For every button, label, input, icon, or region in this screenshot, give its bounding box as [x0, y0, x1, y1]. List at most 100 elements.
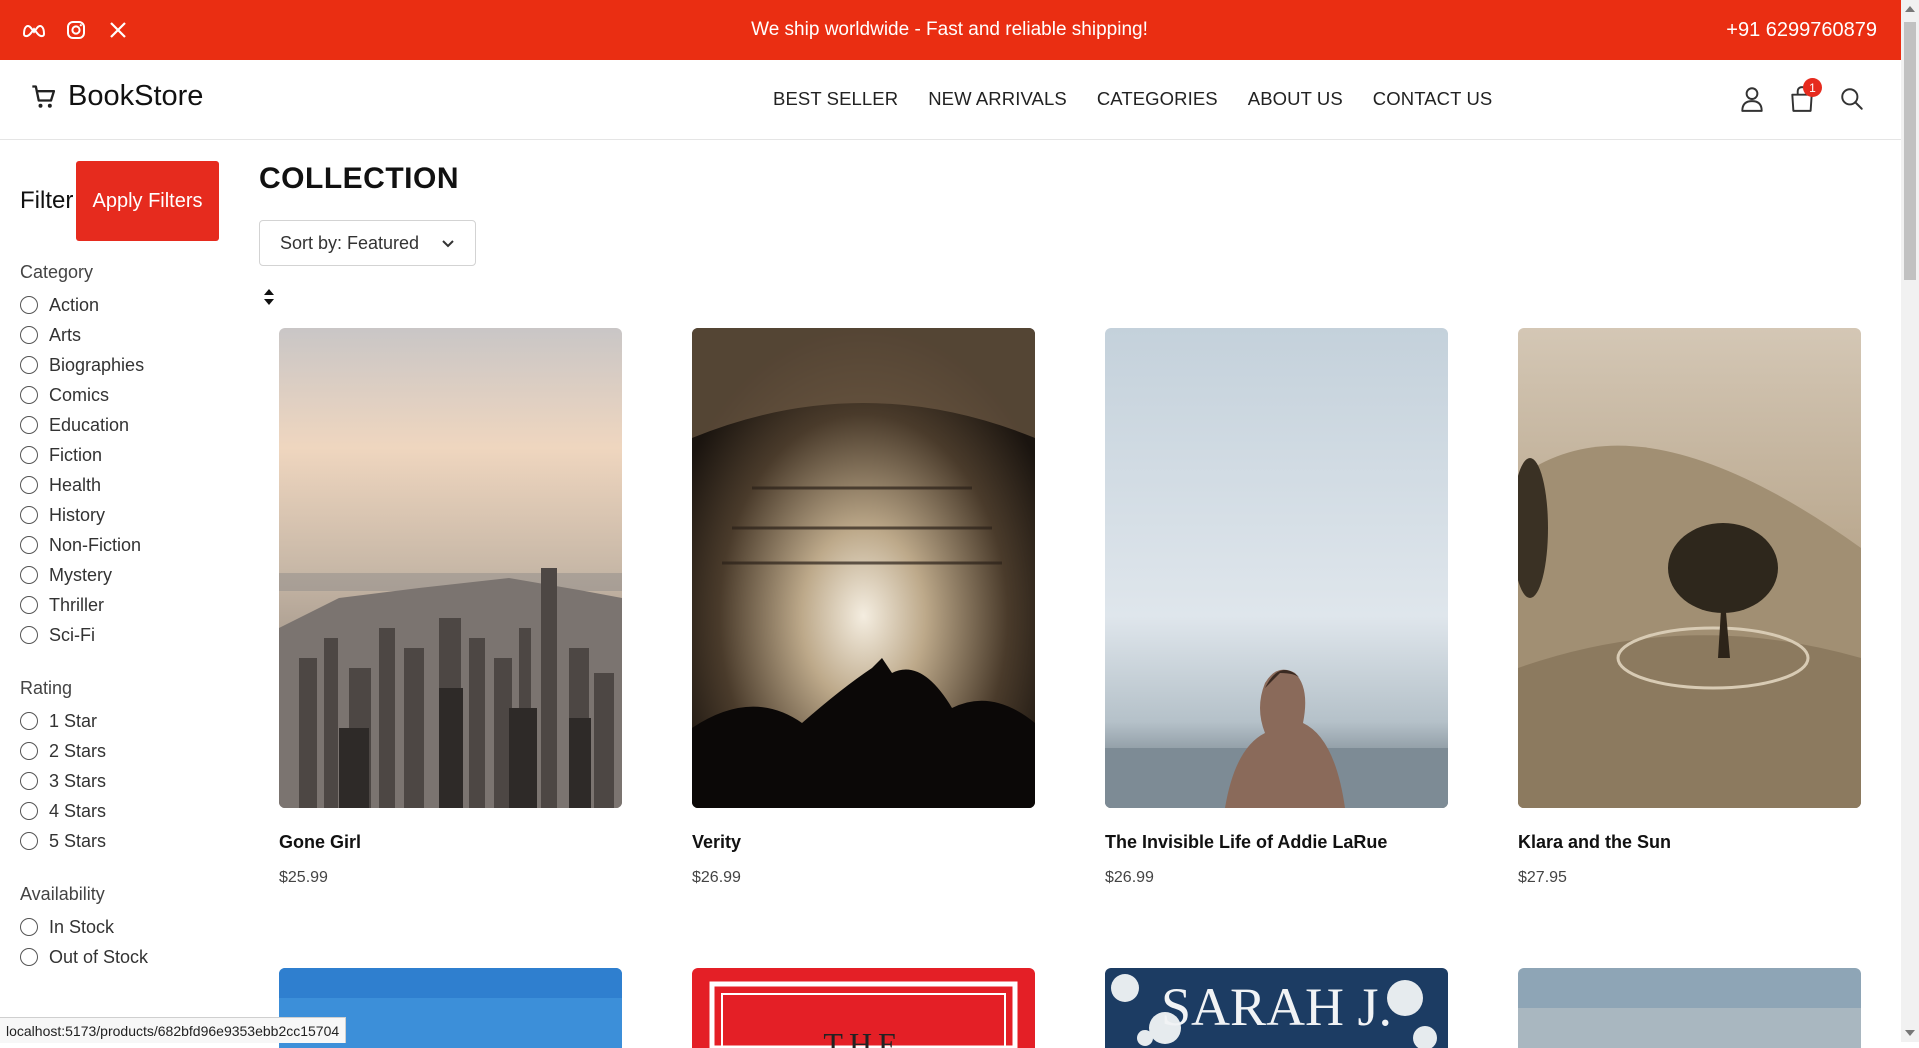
cart-icon [30, 83, 58, 111]
category-option-sci-fi[interactable]: Sci-Fi [20, 620, 220, 650]
product-price: $26.99 [692, 869, 741, 886]
category-option-biographies[interactable]: Biographies [20, 350, 220, 380]
brand-logo[interactable]: BookStore [30, 80, 203, 113]
shopping-bag-icon[interactable]: 1 [1788, 78, 1822, 114]
x-icon[interactable] [106, 18, 130, 42]
product-image[interactable]: SARAH J. [1105, 968, 1448, 1048]
product-price: $26.99 [1105, 869, 1154, 886]
radio-button[interactable] [20, 596, 38, 614]
radio-button[interactable] [20, 626, 38, 644]
product-price: $25.99 [279, 869, 328, 886]
phone-number: +91 6299760879 [1726, 18, 1877, 41]
scroll-up-icon[interactable] [1905, 6, 1915, 12]
radio-button[interactable] [20, 802, 38, 820]
filter-title: Filter [20, 187, 74, 214]
nav-best-seller[interactable]: BEST SELLER [773, 88, 898, 110]
product-card[interactable] [1518, 968, 1861, 1048]
availability-option-out-of-stock[interactable]: Out of Stock [20, 942, 220, 972]
availability-option-in-stock[interactable]: In Stock [20, 912, 220, 942]
scrollbar-thumb[interactable] [1904, 22, 1916, 280]
page-scrollbar[interactable] [1901, 0, 1919, 1042]
radio-button[interactable] [20, 296, 38, 314]
product-card[interactable]: Klara and the Sun $27.95 [1518, 328, 1861, 887]
header-actions: 1 [1738, 78, 1866, 114]
category-option-non-fiction[interactable]: Non-Fiction [20, 530, 220, 560]
main-nav: BEST SELLER NEW ARRIVALS CATEGORIES ABOU… [773, 88, 1492, 110]
brand-name: BookStore [68, 80, 204, 112]
apply-filters-button[interactable]: Apply Filters [76, 161, 219, 241]
radio-button[interactable] [20, 416, 38, 434]
rating-option-4[interactable]: 4 Stars [20, 796, 220, 826]
scroll-down-icon[interactable] [1905, 1030, 1915, 1036]
category-option-mystery[interactable]: Mystery [20, 560, 220, 590]
radio-button[interactable] [20, 356, 38, 374]
category-option-thriller[interactable]: Thriller [20, 590, 220, 620]
radio-button[interactable] [20, 536, 38, 554]
category-option-history[interactable]: History [20, 500, 220, 530]
product-image[interactable]: THE [692, 968, 1035, 1048]
product-image[interactable] [1518, 328, 1861, 808]
product-card[interactable]: SARAH J. [1105, 968, 1448, 1048]
product-title[interactable]: The Invisible Life of Addie LaRue [1105, 832, 1448, 853]
option-label: 5 Stars [49, 830, 107, 851]
radio-button[interactable] [20, 948, 38, 966]
announcement-bar: We ship worldwide - Fast and reliable sh… [0, 0, 1901, 60]
radio-button[interactable] [20, 566, 38, 584]
option-label: Comics [49, 384, 110, 405]
product-image[interactable] [1518, 968, 1861, 1048]
radio-button[interactable] [20, 712, 38, 730]
search-icon[interactable] [1838, 84, 1866, 114]
radio-button[interactable] [20, 386, 38, 404]
rating-heading: Rating [20, 678, 73, 698]
rating-option-5[interactable]: 5 Stars [20, 826, 220, 856]
meta-icon[interactable] [22, 18, 46, 42]
category-options: Action Arts Biographies Comics Education… [20, 290, 220, 650]
collection-title: COLLECTION [259, 162, 459, 195]
rating-option-3[interactable]: 3 Stars [20, 766, 220, 796]
rating-option-2[interactable]: 2 Stars [20, 736, 220, 766]
product-title[interactable]: Verity [692, 832, 1035, 853]
product-image[interactable] [692, 328, 1035, 808]
radio-button[interactable] [20, 742, 38, 760]
sort-dropdown[interactable]: Sort by: Featured [259, 220, 476, 266]
instagram-icon[interactable] [64, 18, 88, 42]
sort-order-icon[interactable] [263, 288, 275, 308]
radio-button[interactable] [20, 326, 38, 344]
nav-about-us[interactable]: ABOUT US [1248, 88, 1343, 110]
product-title[interactable]: Klara and the Sun [1518, 832, 1861, 853]
product-card[interactable]: Gone Girl $25.99 [279, 328, 622, 887]
filter-header: Filter Apply Filters [20, 160, 220, 241]
radio-button[interactable] [20, 772, 38, 790]
option-label: Education [49, 414, 130, 435]
product-card[interactable]: THE [692, 968, 1035, 1048]
availability-options: In Stock Out of Stock [20, 912, 220, 972]
product-title[interactable]: Gone Girl [279, 832, 622, 853]
product-card[interactable]: The Invisible Life of Addie LaRue $26.99 [1105, 328, 1448, 887]
category-option-action[interactable]: Action [20, 290, 220, 320]
option-label: Out of Stock [49, 946, 149, 967]
category-heading: Category [20, 262, 94, 282]
site-header: BookStore BEST SELLER NEW ARRIVALS CATEG… [0, 60, 1901, 140]
product-image[interactable] [1105, 328, 1448, 808]
link-preview-status: localhost:5173/products/682bfd96e9353ebb… [0, 1017, 347, 1043]
radio-button[interactable] [20, 446, 38, 464]
category-option-arts[interactable]: Arts [20, 320, 220, 350]
category-option-health[interactable]: Health [20, 470, 220, 500]
nav-contact-us[interactable]: CONTACT US [1373, 88, 1493, 110]
rating-option-1[interactable]: 1 Star [20, 706, 220, 736]
user-icon[interactable] [1738, 84, 1766, 114]
option-label: Sci-Fi [49, 624, 95, 645]
radio-button[interactable] [20, 832, 38, 850]
nav-new-arrivals[interactable]: NEW ARRIVALS [928, 88, 1067, 110]
product-card[interactable]: Verity $26.99 [692, 328, 1035, 887]
radio-button[interactable] [20, 506, 38, 524]
shipping-message: We ship worldwide - Fast and reliable sh… [751, 19, 1148, 40]
option-label: Biographies [49, 354, 145, 375]
nav-categories[interactable]: CATEGORIES [1097, 88, 1218, 110]
radio-button[interactable] [20, 476, 38, 494]
product-image[interactable] [279, 328, 622, 808]
category-option-fiction[interactable]: Fiction [20, 440, 220, 470]
category-option-comics[interactable]: Comics [20, 380, 220, 410]
category-option-education[interactable]: Education [20, 410, 220, 440]
radio-button[interactable] [20, 918, 38, 936]
